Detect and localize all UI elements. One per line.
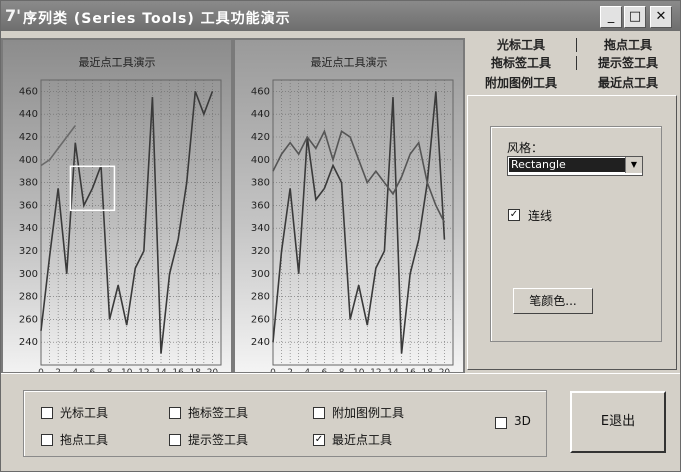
- chevron-down-icon[interactable]: ▼: [625, 157, 642, 173]
- tooltip-tool-checkbox[interactable]: [169, 434, 181, 446]
- y-tick-label: 400: [19, 155, 38, 166]
- maximize-button[interactable]: □: [624, 6, 646, 28]
- legend-tool-label: 附加图例工具: [332, 406, 405, 420]
- pen-color-button[interactable]: 笔颜色...: [513, 288, 593, 314]
- x-tick-label: 2: [287, 368, 293, 372]
- tab-tooltip-tool[interactable]: 提示签工具: [579, 55, 677, 71]
- y-tick-label: 420: [19, 132, 38, 143]
- y-tick-label: 340: [19, 223, 38, 234]
- nearest-point-tool-checkbox[interactable]: ✓: [313, 434, 325, 446]
- drag-point-tool-checkbox[interactable]: [41, 434, 53, 446]
- tab-nearest-point-tool[interactable]: 最近点工具: [579, 75, 677, 91]
- y-tick-label: 360: [19, 200, 38, 211]
- x-tick-label: 0: [270, 368, 276, 372]
- x-tick-label: 14: [387, 368, 399, 372]
- drag-point-tool-label: 拖点工具: [60, 433, 109, 447]
- app-icon: 7': [5, 6, 22, 25]
- y-tick-label: 420: [251, 132, 270, 143]
- style-select-value: Rectangle: [509, 158, 625, 172]
- y-tick-label: 380: [19, 178, 38, 189]
- x-tick-label: 20: [439, 368, 451, 372]
- x-tick-label: 18: [422, 368, 434, 372]
- nearest-point-tool-label: 最近点工具: [332, 433, 393, 447]
- y-tick-label: 400: [251, 155, 270, 166]
- chart-right-plot[interactable]: 240 260 280 300 320 340 360 380 400 420 440 460 0 2 4 6…: [235, 40, 463, 372]
- connect-lines-label: 连线: [528, 209, 553, 223]
- tab-cursor-tool[interactable]: 光标工具: [467, 37, 575, 53]
- title-bar[interactable]: 7' 序列类 (Series Tools) 工具功能演示 _ □ ✕: [1, 1, 680, 31]
- y-tick-label: 460: [251, 86, 270, 97]
- 3d-label: 3D: [514, 414, 531, 428]
- x-tick-label: 0: [38, 368, 44, 372]
- drag-mark-tool-label: 拖标签工具: [188, 406, 249, 420]
- connect-lines-checkbox[interactable]: ✓: [508, 209, 520, 221]
- x-tick-label: 12: [370, 368, 381, 372]
- plot-area: [40, 79, 222, 366]
- style-label: 风格：: [507, 141, 544, 155]
- tool-tabs: 光标工具 拖点工具 拖标签工具 提示签工具 附加图例工具 最近点工具: [467, 37, 677, 95]
- y-tick-label: 320: [19, 246, 38, 257]
- 3d-checkbox[interactable]: [495, 417, 507, 429]
- cursor-tool-label: 光标工具: [60, 406, 109, 420]
- x-tick-label: 6: [322, 368, 328, 372]
- tab-drag-point-tool[interactable]: 拖点工具: [579, 37, 677, 53]
- y-tick-label: 340: [251, 223, 270, 234]
- drag-mark-tool-checkbox[interactable]: [169, 407, 181, 419]
- x-tick-label: 2: [55, 368, 61, 372]
- tooltip-tool-label: 提示签工具: [188, 433, 249, 447]
- y-tick-label: 280: [19, 292, 38, 303]
- y-tick-label: 260: [251, 314, 270, 325]
- app-window: 7' 序列类 (Series Tools) 工具功能演示 _ □ ✕ 最近点工具…: [0, 0, 681, 472]
- chart-left[interactable]: 最近点工具演示 240 260 280 300 320 340 360 380 400 420 44…: [1, 38, 233, 374]
- style-select[interactable]: Rectangle ▼: [507, 156, 643, 176]
- x-tick-label: 16: [404, 368, 416, 372]
- tab-divider: [576, 38, 577, 52]
- x-tick-label: 10: [121, 368, 133, 372]
- tab-drag-mark-tool[interactable]: 拖标签工具: [467, 55, 575, 71]
- y-tick-label: 460: [19, 86, 38, 97]
- x-tick-label: 10: [353, 368, 365, 372]
- chart-right[interactable]: 最近点工具演示 240 260 280 300 320 340 360 380 400 420 44…: [233, 38, 465, 374]
- x-tick-label: 18: [190, 368, 202, 372]
- plot-area: [272, 79, 454, 366]
- cursor-tool-checkbox[interactable]: [41, 407, 53, 419]
- legend-tool-checkbox[interactable]: [313, 407, 325, 419]
- y-tick-label: 280: [251, 292, 270, 303]
- y-tick-label: 440: [251, 109, 270, 120]
- tab-legend-tool[interactable]: 附加图例工具: [467, 75, 575, 91]
- x-tick-label: 4: [72, 368, 78, 372]
- y-tick-label: 440: [19, 109, 38, 120]
- y-tick-label: 360: [251, 200, 270, 211]
- minimize-button[interactable]: _: [600, 6, 622, 28]
- exit-button[interactable]: E退出: [570, 391, 666, 453]
- y-tick-label: 240: [19, 337, 38, 348]
- y-tick-label: 320: [251, 246, 270, 257]
- tab-panel: [467, 95, 677, 370]
- y-tick-label: 260: [19, 314, 38, 325]
- y-tick-label: 380: [251, 178, 270, 189]
- tab-divider: [576, 56, 577, 70]
- y-tick-label: 240: [251, 337, 270, 348]
- x-tick-label: 6: [90, 368, 96, 372]
- x-tick-label: 20: [207, 368, 219, 372]
- y-tick-label: 300: [251, 269, 270, 280]
- window-title: 序列类 (Series Tools) 工具功能演示: [23, 11, 291, 27]
- x-tick-label: 12: [138, 368, 149, 372]
- close-button[interactable]: ✕: [650, 6, 672, 28]
- x-tick-label: 14: [155, 368, 167, 372]
- x-tick-label: 8: [339, 368, 345, 372]
- y-tick-label: 300: [19, 269, 38, 280]
- x-tick-label: 16: [172, 368, 184, 372]
- x-tick-label: 4: [304, 368, 310, 372]
- chart-left-plot[interactable]: 240 260 280 300 320 340 360 380 400 420 440 460 0 2 4 6…: [3, 40, 231, 372]
- x-tick-label: 8: [107, 368, 113, 372]
